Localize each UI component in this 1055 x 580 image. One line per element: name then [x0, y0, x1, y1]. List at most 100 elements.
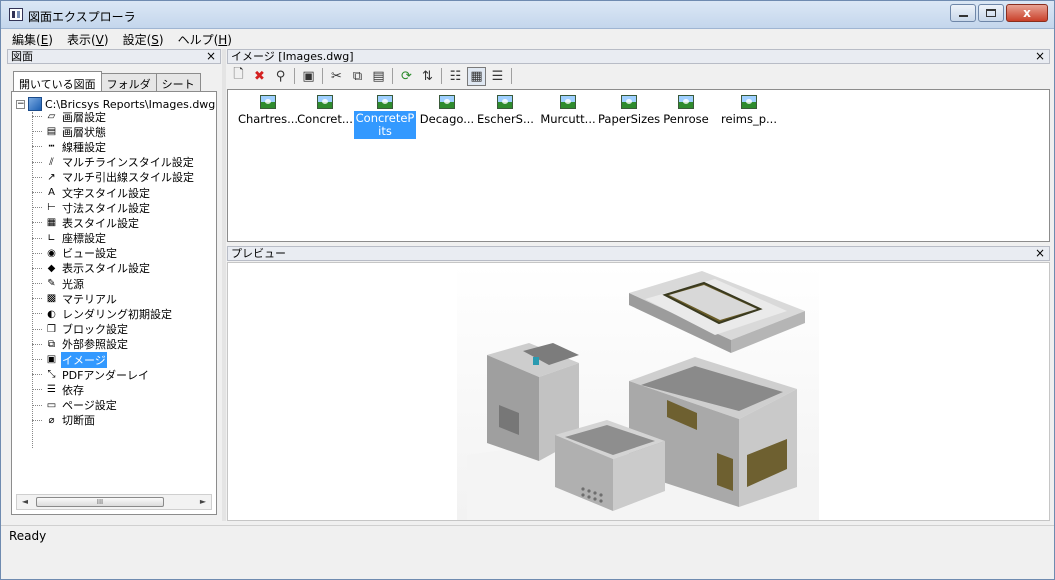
tree-item-label: ブロック設定 — [62, 323, 128, 337]
close-icon: x — [1023, 6, 1031, 20]
collapse-icon[interactable]: − — [16, 99, 25, 109]
cut-button[interactable]: ✂ — [327, 67, 346, 86]
tree-item-label: 表示スタイル設定 — [62, 262, 150, 276]
maximize-button[interactable] — [978, 4, 1004, 22]
tab-1[interactable]: フォルダ — [100, 73, 157, 91]
icon-view-button[interactable]: ▦ — [467, 66, 486, 86]
image-file-icon — [317, 95, 333, 109]
tree-item-label: レンダリング初期設定 — [62, 308, 172, 322]
image-file-item[interactable]: Concret... — [295, 95, 355, 127]
preview-panel-close-icon[interactable]: × — [1035, 247, 1045, 260]
toolbar-separator — [441, 68, 442, 84]
menu-item-1[interactable]: 表示(V) — [61, 29, 115, 47]
pdf-underlay-icon: ⤡ — [47, 369, 56, 381]
tree-item[interactable]: ⤡ PDFアンダーレイ — [32, 367, 195, 382]
caption-buttons: x — [950, 4, 1048, 22]
drawing-tabs: 開いている図面 フォルダ シート — [13, 71, 201, 91]
menu-item-label-end: ) — [227, 33, 232, 47]
close-button[interactable]: x — [1006, 4, 1048, 22]
tab-2[interactable]: シート — [155, 73, 201, 91]
menu-item-2[interactable]: 設定(S) — [117, 29, 170, 47]
tree-item[interactable]: ⊢ 寸法スタイル設定 — [32, 200, 195, 215]
image-icon: ▣ — [46, 354, 57, 366]
tab-0[interactable]: 開いている図面 — [13, 71, 102, 91]
image-file-item[interactable]: Penrose — [658, 95, 714, 127]
menu-item-label: 編集( — [12, 33, 41, 47]
new-button[interactable]: 🗋 — [229, 67, 248, 86]
menu-item-label-end: ) — [103, 33, 109, 47]
image-file-item[interactable]: Chartres... — [236, 95, 300, 127]
light-icon: ✎ — [47, 278, 56, 290]
list-view-button[interactable]: ☷ — [446, 67, 465, 86]
panel-splitter[interactable] — [222, 49, 226, 521]
block-icon: ❒ — [47, 323, 56, 335]
tree-item[interactable]: ❒ ブロック設定 — [32, 322, 195, 337]
app-window: 図面エクスプローラ x 編集(E) 表示(V) 設定(S) ヘルプ(H) 図面 × 開… — [0, 0, 1055, 580]
image-file-item[interactable]: EscherS... — [476, 95, 534, 127]
menu-item-3[interactable]: ヘルプ(H) — [172, 29, 238, 47]
ucs-icon: ∟ — [47, 232, 56, 244]
reload-button[interactable]: ⇅ — [418, 67, 437, 86]
tree-item[interactable]: ◐ レンダリング初期設定 — [32, 306, 195, 321]
tree-item[interactable]: ⌀ 切断面 — [32, 413, 195, 428]
image-file-icon — [260, 95, 276, 109]
delete-button[interactable]: ✖ — [250, 67, 269, 86]
menu-item-label-end: ) — [48, 33, 53, 47]
tree-items: ▱ 画層設定 ▤ 画層状態 ┅ 線種設定 ⫽ マルチラインスタイル設定 ↗ マルチ引出線スタイル設… — [32, 109, 195, 428]
dimension-style-icon: ⊢ — [47, 202, 56, 214]
drawing-panel-close-icon[interactable]: × — [206, 50, 216, 63]
tree-item[interactable]: ◉ ビュー設定 — [32, 246, 195, 261]
menu-item-accelerator: V — [95, 33, 104, 47]
tree-item[interactable]: ☰ 依存 — [32, 382, 195, 397]
section-plane-icon: ⌀ — [48, 414, 55, 426]
horizontal-scrollbar[interactable]: ◄ III ► — [16, 494, 212, 510]
tree-item[interactable]: ∟ 座標設定 — [32, 231, 195, 246]
image-file-item[interactable]: ConcretePits — [354, 95, 416, 139]
detail-view-button[interactable]: ☰ — [488, 67, 507, 86]
images-panel-close-icon[interactable]: × — [1035, 50, 1045, 63]
refresh-button[interactable]: ⟳ — [397, 67, 416, 86]
tree-item[interactable]: ◆ 表示スタイル設定 — [32, 261, 195, 276]
purge-button[interactable]: ⚲ — [271, 67, 290, 86]
tree-item[interactable]: ▤ 画層状態 — [32, 124, 195, 139]
images-panel-title: イメージ [Images.dwg] — [231, 50, 354, 63]
image-file-icon — [560, 95, 576, 109]
tree-item[interactable]: ▣ イメージ — [32, 351, 195, 368]
tree-item[interactable]: ✎ 光源 — [32, 276, 195, 291]
insert-image-button[interactable]: ▣ — [299, 67, 318, 86]
render-preset-icon: ◐ — [47, 308, 56, 320]
tree-item[interactable]: ⫽ マルチラインスタイル設定 — [32, 155, 195, 170]
tree-item-label: マルチ引出線スタイル設定 — [62, 171, 194, 185]
tree-item-label: イメージ — [61, 351, 107, 368]
menu-item-0[interactable]: 編集(E) — [6, 29, 59, 47]
scroll-left-icon[interactable]: ◄ — [17, 495, 33, 509]
layer-settings-icon: ▱ — [47, 111, 56, 123]
minimize-button[interactable] — [950, 4, 976, 22]
tree-item-label: 依存 — [62, 383, 84, 397]
copy-button[interactable]: ⧉ — [348, 67, 367, 86]
tree-item[interactable]: ▦ 表スタイル設定 — [32, 215, 195, 230]
multileader-style-icon: ↗ — [47, 171, 56, 183]
view-icon: ◉ — [47, 247, 56, 259]
tree-item[interactable]: ▭ ページ設定 — [32, 398, 195, 413]
minimize-icon — [958, 15, 968, 17]
menu-bar: 編集(E) 表示(V) 設定(S) ヘルプ(H) — [1, 29, 1054, 47]
tree-item[interactable]: ▩ マテリアル — [32, 291, 195, 306]
image-file-list: Chartres... Concret... ConcretePits Decago.… — [227, 89, 1050, 242]
tree-item[interactable]: ↗ マルチ引出線スタイル設定 — [32, 170, 195, 185]
tree-item[interactable]: ▱ 画層設定 — [32, 109, 195, 124]
paste-button[interactable]: ▤ — [369, 67, 388, 86]
image-file-item[interactable]: reims_p... — [718, 95, 780, 127]
menu-item-label: ヘルプ( — [177, 33, 219, 47]
tree-item[interactable]: A 文字スタイル設定 — [32, 185, 195, 200]
image-file-item[interactable]: Decago... — [417, 95, 477, 127]
title-bar: 図面エクスプローラ x — [1, 1, 1054, 29]
menu-item-label: 表示( — [66, 33, 96, 47]
scroll-thumb[interactable]: III — [36, 497, 164, 507]
scroll-right-icon[interactable]: ► — [195, 495, 211, 509]
tree-item[interactable]: ⧉ 外部参照設定 — [32, 337, 195, 352]
image-file-icon — [497, 95, 513, 109]
image-file-item[interactable]: PaperSizes — [597, 95, 661, 127]
image-file-item[interactable]: Murcutt... — [537, 95, 599, 127]
tree-item[interactable]: ┅ 線種設定 — [32, 139, 195, 154]
